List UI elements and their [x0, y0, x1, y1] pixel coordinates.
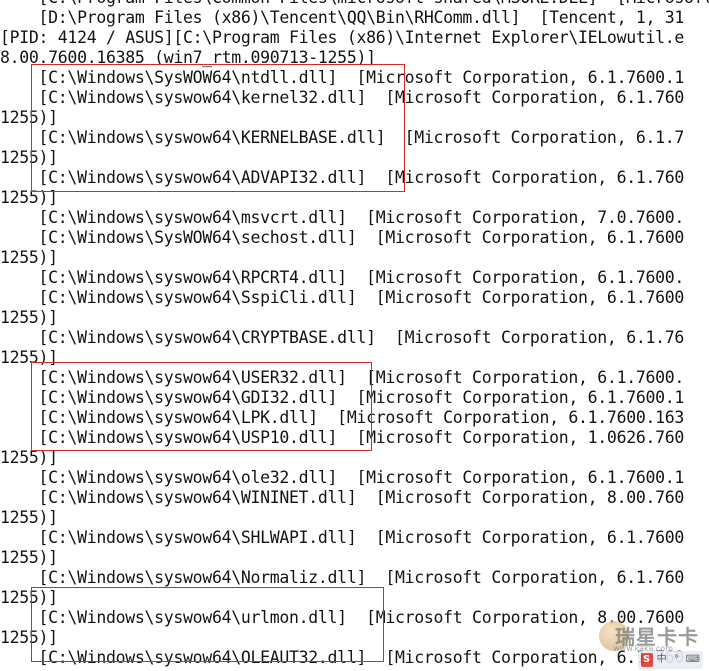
log-line: [C:\Program Files\Common Files\microsoft…	[0, 0, 709, 8]
log-line: 1255)]	[0, 188, 58, 207]
log-line: 8.00.7600.16385 (win7_rtm.090713-1255)]	[0, 48, 376, 67]
log-line: [C:\Windows\syswow64\CRYPTBASE.dll] [Mic…	[0, 328, 685, 347]
log-line: 1255)]	[0, 448, 58, 467]
log-line: [C:\Windows\SysWOW64\ntdll.dll] [Microso…	[0, 68, 685, 87]
log-line: [C:\Windows\syswow64\Normaliz.dll] [Micr…	[0, 568, 685, 587]
log-line: [C:\Windows\syswow64\ADVAPI32.dll] [Micr…	[0, 168, 685, 187]
log-line: [PID: 4124 / ASUS][C:\Program Files (x86…	[0, 28, 685, 47]
log-line: 1255)]	[0, 628, 58, 647]
log-line: [C:\Windows\syswow64\ole32.dll] [Microso…	[0, 468, 685, 487]
log-line: [C:\Windows\syswow64\USP10.dll] [Microso…	[0, 428, 685, 447]
log-line: [C:\Windows\syswow64\RPCRT4.dll] [Micros…	[0, 268, 685, 287]
log-line: [C:\Windows\syswow64\SHLWAPI.dll] [Micro…	[0, 528, 685, 547]
log-line: 1255)]	[0, 588, 58, 607]
log-line: 1255)]	[0, 108, 58, 127]
log-line: [C:\Windows\syswow64\LPK.dll] [Microsoft…	[0, 408, 685, 427]
log-line: 1255)]	[0, 248, 58, 267]
log-line: 1255)]	[0, 348, 58, 367]
log-line: 1255)]	[0, 308, 58, 327]
log-line: 1255)]	[0, 548, 58, 567]
log-line: [C:\Windows\syswow64\msvcrt.dll] [Micros…	[0, 208, 685, 227]
log-line: [C:\Windows\syswow64\OLEAUT32.dll] [Micr…	[0, 648, 685, 667]
log-line: [D:\Program Files (x86)\Tencent\QQ\Bin\R…	[0, 8, 685, 27]
log-line: 1255)]	[0, 148, 58, 167]
log-line: 1255)]	[0, 508, 58, 527]
log-line: [C:\Windows\syswow64\SspiCli.dll] [Micro…	[0, 288, 685, 307]
log-line: [C:\Windows\syswow64\WININET.dll] [Micro…	[0, 488, 685, 507]
log-line: [C:\Windows\syswow64\kernel32.dll] [Micr…	[0, 88, 685, 107]
log-line: [C:\Windows\SysWOW64\sechost.dll] [Micro…	[0, 228, 685, 247]
log-line: [C:\Windows\syswow64\KERNELBASE.dll] [Mi…	[0, 128, 685, 147]
log-line: [C:\Windows\syswow64\GDI32.dll] [Microso…	[0, 388, 685, 407]
ime-keyboard-icon[interactable]: ⌨	[686, 653, 700, 667]
log-line: [C:\Windows\syswow64\USER32.dll] [Micros…	[0, 368, 685, 387]
log-line: [C:\Windows\syswow64\urlmon.dll] [Micros…	[0, 608, 685, 627]
log-viewport: [C:\Program Files\Common Files\microsoft…	[0, 0, 709, 671]
